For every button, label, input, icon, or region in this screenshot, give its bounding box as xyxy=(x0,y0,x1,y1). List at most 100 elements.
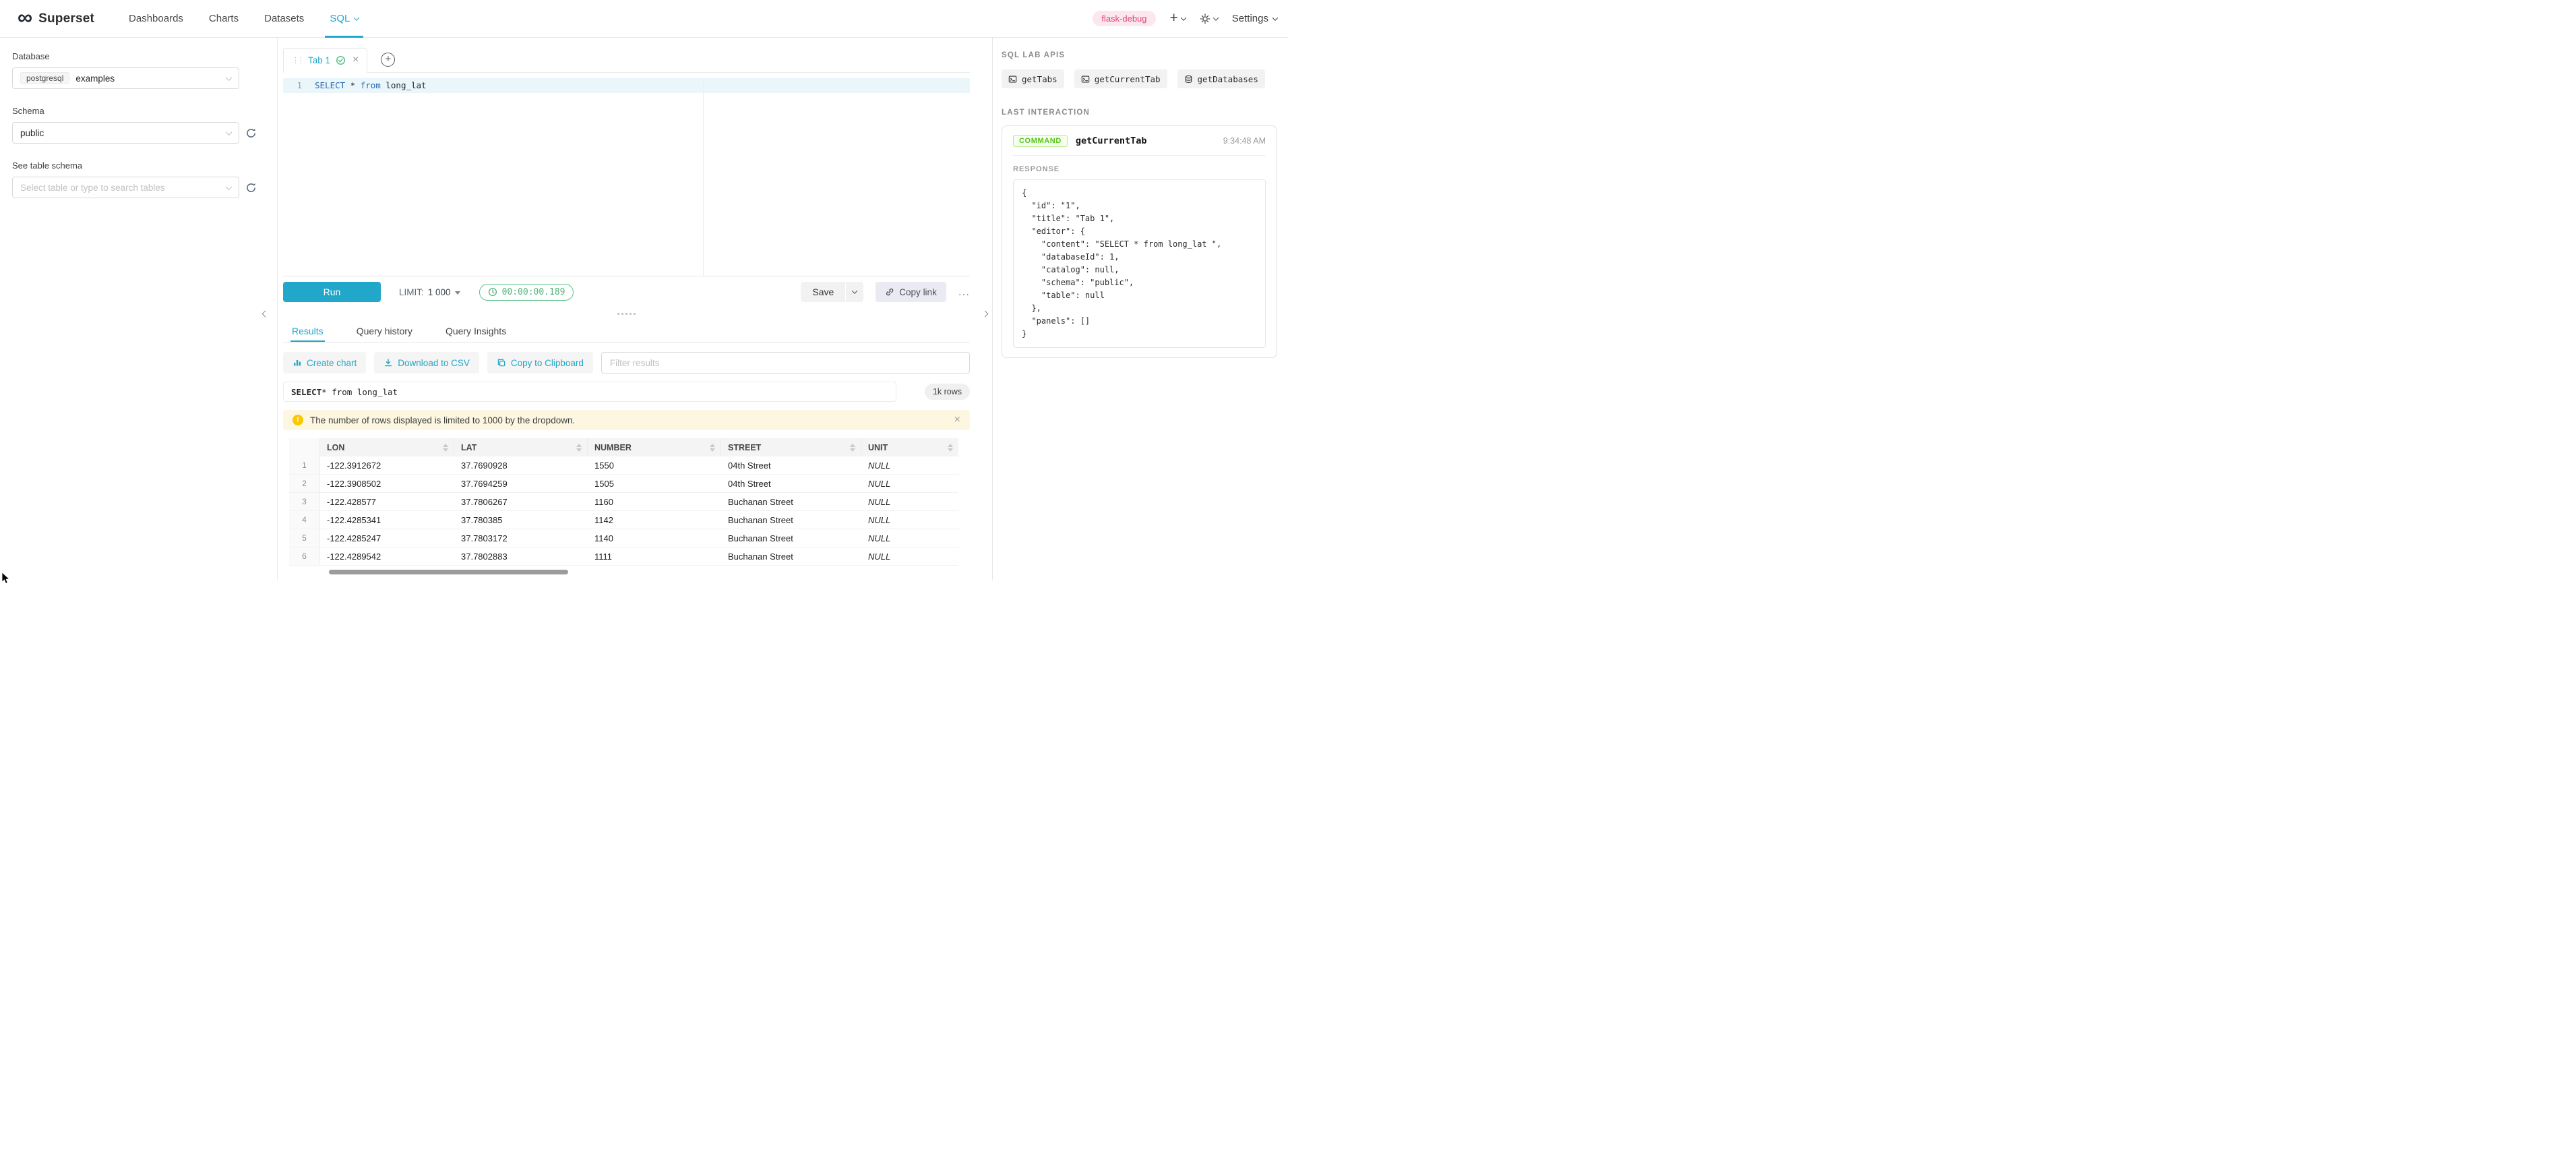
check-circle-icon xyxy=(336,55,346,65)
column-header-number[interactable]: NUMBER xyxy=(588,438,721,456)
tab-query-history[interactable]: Query history xyxy=(355,320,414,342)
schema-label: Schema xyxy=(12,106,277,116)
schema-value: public xyxy=(20,128,44,138)
warning-icon: ! xyxy=(293,415,303,425)
chevron-left-icon xyxy=(262,310,268,317)
refresh-tables-button[interactable] xyxy=(245,182,257,194)
editor-tabstrip: ⋮⋮ Tab 1 × + xyxy=(283,47,970,73)
copy-icon xyxy=(497,358,506,367)
save-options-button[interactable] xyxy=(846,282,863,302)
column-header-unit[interactable]: UNIT xyxy=(861,438,958,456)
left-sidebar: Database postgresql examples Schema publ… xyxy=(0,38,278,580)
editor-code-line: SELECT * from long_lat xyxy=(309,78,427,93)
main-nav: Dashboards Charts Datasets SQL xyxy=(116,0,371,38)
row-limit-dropdown[interactable]: LIMIT: 1 000 xyxy=(399,287,460,297)
superset-logo-icon: ∞ xyxy=(18,7,32,28)
nav-datasets[interactable]: Datasets xyxy=(251,0,317,38)
column-header-lat[interactable]: LAT xyxy=(454,438,588,456)
sqllab-api-panel: SQL LAB APIS getTabs getCurrentTab getDa… xyxy=(992,38,1288,580)
table-row: 1 -122.3912672 37.7690928 1550 04th Stre… xyxy=(289,456,958,475)
chevron-down-icon xyxy=(226,74,233,81)
tab-query-insights[interactable]: Query Insights xyxy=(444,320,508,342)
database-select[interactable]: postgresql examples xyxy=(12,67,239,89)
sqllab-main: ⋮⋮ Tab 1 × + 1 SELECT * from long_lat Ru… xyxy=(283,38,970,580)
command-name: getCurrentTab xyxy=(1076,136,1147,146)
query-timer: 00:00:00.189 xyxy=(479,284,574,301)
sql-editor[interactable]: 1 SELECT * from long_lat xyxy=(283,78,970,276)
column-header-lon[interactable]: LON xyxy=(320,438,454,456)
dismiss-warning-button[interactable]: × xyxy=(954,415,960,425)
schema-select[interactable]: public xyxy=(12,122,239,144)
editor-line-number: 1 xyxy=(283,78,309,93)
nav-dashboards[interactable]: Dashboards xyxy=(116,0,196,38)
superset-brand[interactable]: ∞ Superset xyxy=(0,9,94,28)
sort-icon xyxy=(845,444,855,452)
sort-icon xyxy=(571,444,582,452)
run-query-button[interactable]: Run xyxy=(283,282,381,302)
drag-handle-icon[interactable]: ⋮⋮ xyxy=(292,56,303,65)
chevron-down-icon xyxy=(852,288,857,293)
chevron-down-icon xyxy=(1181,15,1186,20)
api-getdatabases-button[interactable]: getDatabases xyxy=(1177,69,1265,88)
api-getcurrenttab-button[interactable]: getCurrentTab xyxy=(1074,69,1167,88)
chevron-down-icon xyxy=(1272,15,1278,20)
response-label: RESPONSE xyxy=(1013,165,1266,173)
more-actions-button[interactable]: ... xyxy=(958,285,970,299)
top-navbar: ∞ Superset Dashboards Charts Datasets SQ… xyxy=(0,0,1288,38)
command-timestamp: 9:34:48 AM xyxy=(1223,136,1266,146)
sun-icon xyxy=(1200,13,1210,24)
download-csv-button[interactable]: Download to CSV xyxy=(374,352,479,374)
table-row: 2 -122.3908502 37.7694259 1505 04th Stre… xyxy=(289,475,958,493)
new-item-button[interactable]: + xyxy=(1170,13,1186,25)
editor-print-margin xyxy=(703,78,704,276)
interaction-card: COMMAND getCurrentTab 9:34:48 AM RESPONS… xyxy=(1002,125,1277,358)
table-select[interactable]: Select table or type to search tables xyxy=(12,177,239,198)
copy-link-button[interactable]: Copy link xyxy=(876,282,946,302)
tab-results[interactable]: Results xyxy=(290,320,325,342)
nav-sql[interactable]: SQL xyxy=(317,0,371,38)
schema-field: Schema public xyxy=(12,106,277,144)
mouse-cursor xyxy=(1,572,11,585)
executed-query: SELECT * from long_lat xyxy=(283,382,896,402)
refresh-schemas-button[interactable] xyxy=(245,127,257,139)
query-preview-row: SELECT * from long_lat 1k rows xyxy=(283,382,970,402)
copy-clipboard-button[interactable]: Copy to Clipboard xyxy=(487,352,593,374)
results-tabbar: Results Query history Query Insights xyxy=(283,320,970,343)
panel-resize-handle[interactable] xyxy=(283,307,970,320)
brand-name: Superset xyxy=(38,11,94,26)
chevron-down-icon xyxy=(1213,15,1219,20)
collapse-right-panel-button[interactable] xyxy=(979,307,991,320)
api-gettabs-button[interactable]: getTabs xyxy=(1002,69,1064,88)
table-scroll-track xyxy=(289,570,958,574)
link-icon xyxy=(885,287,894,297)
nav-charts[interactable]: Charts xyxy=(196,0,251,38)
results-table: LON LAT NUMBER STREET UNIT xyxy=(289,438,958,566)
save-query-button[interactable]: Save xyxy=(801,282,845,302)
sort-icon xyxy=(942,444,953,452)
table-select-placeholder: Select table or type to search tables xyxy=(20,183,165,193)
download-icon xyxy=(384,358,393,367)
theme-toggle-button[interactable] xyxy=(1200,13,1218,24)
create-chart-button[interactable]: Create chart xyxy=(283,352,366,374)
row-count-badge: 1k rows xyxy=(925,384,970,400)
terminal-icon xyxy=(1008,75,1017,84)
table-schema-label: See table schema xyxy=(12,160,277,171)
table-row: 3 -122.428577 37.7806267 1160 Buchanan S… xyxy=(289,493,958,511)
query-tab-1[interactable]: ⋮⋮ Tab 1 × xyxy=(283,48,367,73)
database-value: examples xyxy=(75,73,115,84)
database-icon xyxy=(1184,75,1193,84)
query-tab-label: Tab 1 xyxy=(308,55,330,65)
caret-down-icon xyxy=(455,291,460,295)
clock-icon xyxy=(488,287,497,297)
collapse-left-panel-button[interactable] xyxy=(259,307,271,320)
table-row: 4 -122.4285341 37.780385 1142 Buchanan S… xyxy=(289,511,958,529)
horizontal-scrollbar[interactable] xyxy=(329,570,568,574)
column-header-street[interactable]: STREET xyxy=(721,438,861,456)
filter-results-input[interactable] xyxy=(601,352,970,374)
settings-menu[interactable]: Settings xyxy=(1232,13,1277,24)
last-interaction-title: LAST INTERACTION xyxy=(1002,109,1277,117)
close-tab-icon[interactable]: × xyxy=(352,55,359,65)
plus-icon: + xyxy=(1170,11,1178,25)
chevron-right-icon xyxy=(981,310,988,317)
add-tab-button[interactable]: + xyxy=(381,53,395,67)
